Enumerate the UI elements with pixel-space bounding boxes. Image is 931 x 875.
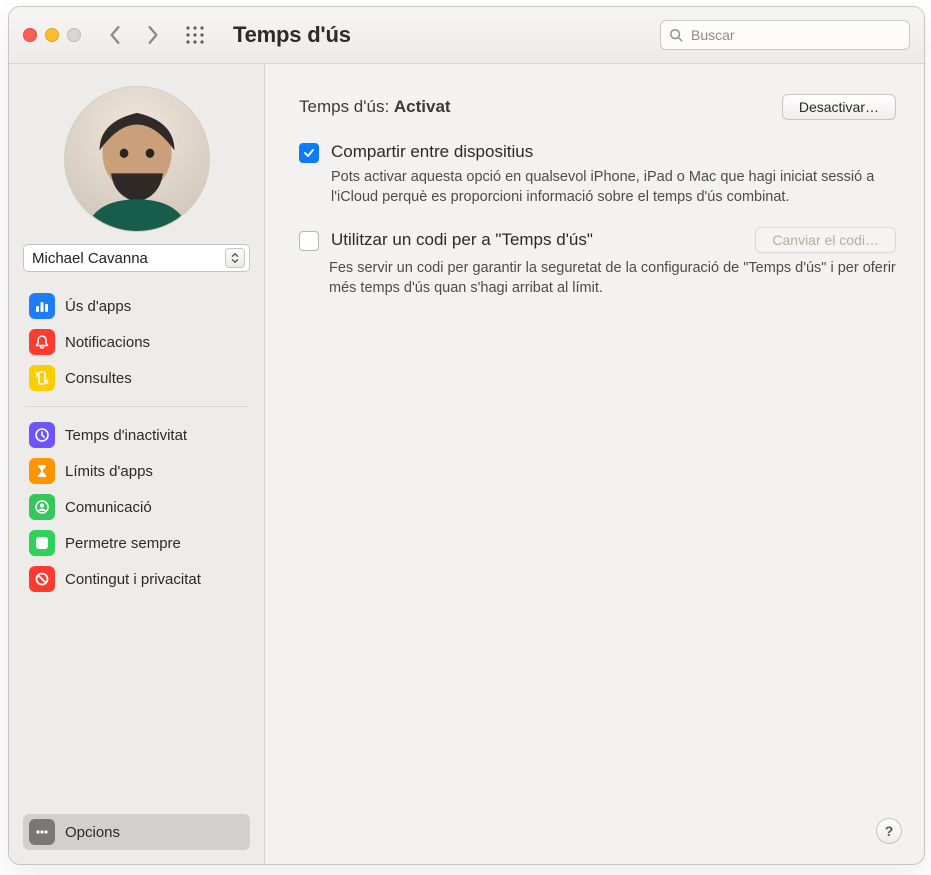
sidebar-item-label: Límits d'apps [65,463,153,480]
help-glyph: ? [885,823,894,839]
sidebar-group-usage: Ús d'apps Notificacions Consultes [23,288,250,396]
deactivate-button[interactable]: Desactivar… [782,94,896,120]
back-button[interactable] [107,26,123,44]
sidebar-item-options[interactable]: Opcions [23,814,250,850]
status-row: Temps d'ús: Activat [299,97,451,117]
nav-arrows [107,26,161,44]
close-window-button[interactable] [23,28,37,42]
user-select[interactable]: Michael Cavanna [23,244,250,272]
user-avatar [64,86,210,232]
sidebar-item-label: Ús d'apps [65,298,131,315]
check-shield-icon [29,530,55,556]
phone-swap-icon [29,365,55,391]
clock-moon-icon [29,422,55,448]
window-title: Temps d'ús [233,22,351,48]
sidebar-item-app-limits[interactable]: Límits d'apps [23,453,250,489]
chevron-updown-icon [225,248,245,268]
show-all-prefs-button[interactable] [185,25,205,45]
sidebar-item-pickups[interactable]: Consultes [23,360,250,396]
sidebar-item-content-privacy[interactable]: Contingut i privacitat [23,561,250,597]
forward-button[interactable] [145,26,161,44]
sidebar-item-label: Notificacions [65,334,150,351]
passcode-title: Utilitzar un codi per a "Temps d'ús" [331,230,593,250]
sidebar-separator [25,406,248,407]
ellipsis-icon [29,819,55,845]
check-icon [303,147,315,159]
person-circle-icon [29,494,55,520]
sidebar-item-app-usage[interactable]: Ús d'apps [23,288,250,324]
help-button[interactable]: ? [876,818,902,844]
sidebar-item-communication[interactable]: Comunicació [23,489,250,525]
body: Michael Cavanna Ús d'apps Notificacions Co… [9,64,924,864]
search-placeholder: Buscar [691,27,735,43]
use-passcode-section: Utilitzar un codi per a "Temps d'ús" Can… [299,227,896,298]
bar-chart-icon [29,293,55,319]
sidebar-item-always-allowed[interactable]: Permetre sempre [23,525,250,561]
change-passcode-button[interactable]: Canviar el codi… [755,227,896,253]
sidebar-item-label: Consultes [65,370,132,387]
share-description: Pots activar aquesta opció en qualsevol … [331,168,896,207]
bell-icon [29,329,55,355]
search-field[interactable]: Buscar [660,20,910,50]
sidebar-item-label: Permetre sempre [65,535,181,552]
no-sign-icon [29,566,55,592]
sidebar: Michael Cavanna Ús d'apps Notificacions Co… [9,64,265,864]
sidebar-item-downtime[interactable]: Temps d'inactivitat [23,417,250,453]
passcode-description: Fes servir un codi per garantir la segur… [329,259,896,298]
sidebar-item-label: Opcions [65,824,120,841]
sidebar-group-limits: Temps d'inactivitat Límits d'apps Comunica… [23,417,250,597]
preferences-window: Temps d'ús Buscar [8,6,925,865]
zoom-window-button-disabled [67,28,81,42]
share-across-devices-section: Compartir entre dispositius Pots activar… [299,142,896,207]
sidebar-item-notifications[interactable]: Notificacions [23,324,250,360]
sidebar-item-label: Temps d'inactivitat [65,427,187,444]
sidebar-item-label: Contingut i privacitat [65,571,201,588]
status-value: Activat [394,97,451,116]
titlebar: Temps d'ús Buscar [9,7,924,64]
minimize-window-button[interactable] [45,28,59,42]
search-icon [669,28,683,42]
hourglass-icon [29,458,55,484]
status-label: Temps d'ús: [299,97,389,116]
passcode-checkbox[interactable] [299,231,319,251]
user-select-value: Michael Cavanna [32,250,148,267]
window-controls [23,28,81,42]
share-checkbox[interactable] [299,143,319,163]
sidebar-item-label: Comunicació [65,499,152,516]
content-pane: Temps d'ús: Activat Desactivar… Comparti… [265,64,924,864]
share-title: Compartir entre dispositius [331,142,896,162]
